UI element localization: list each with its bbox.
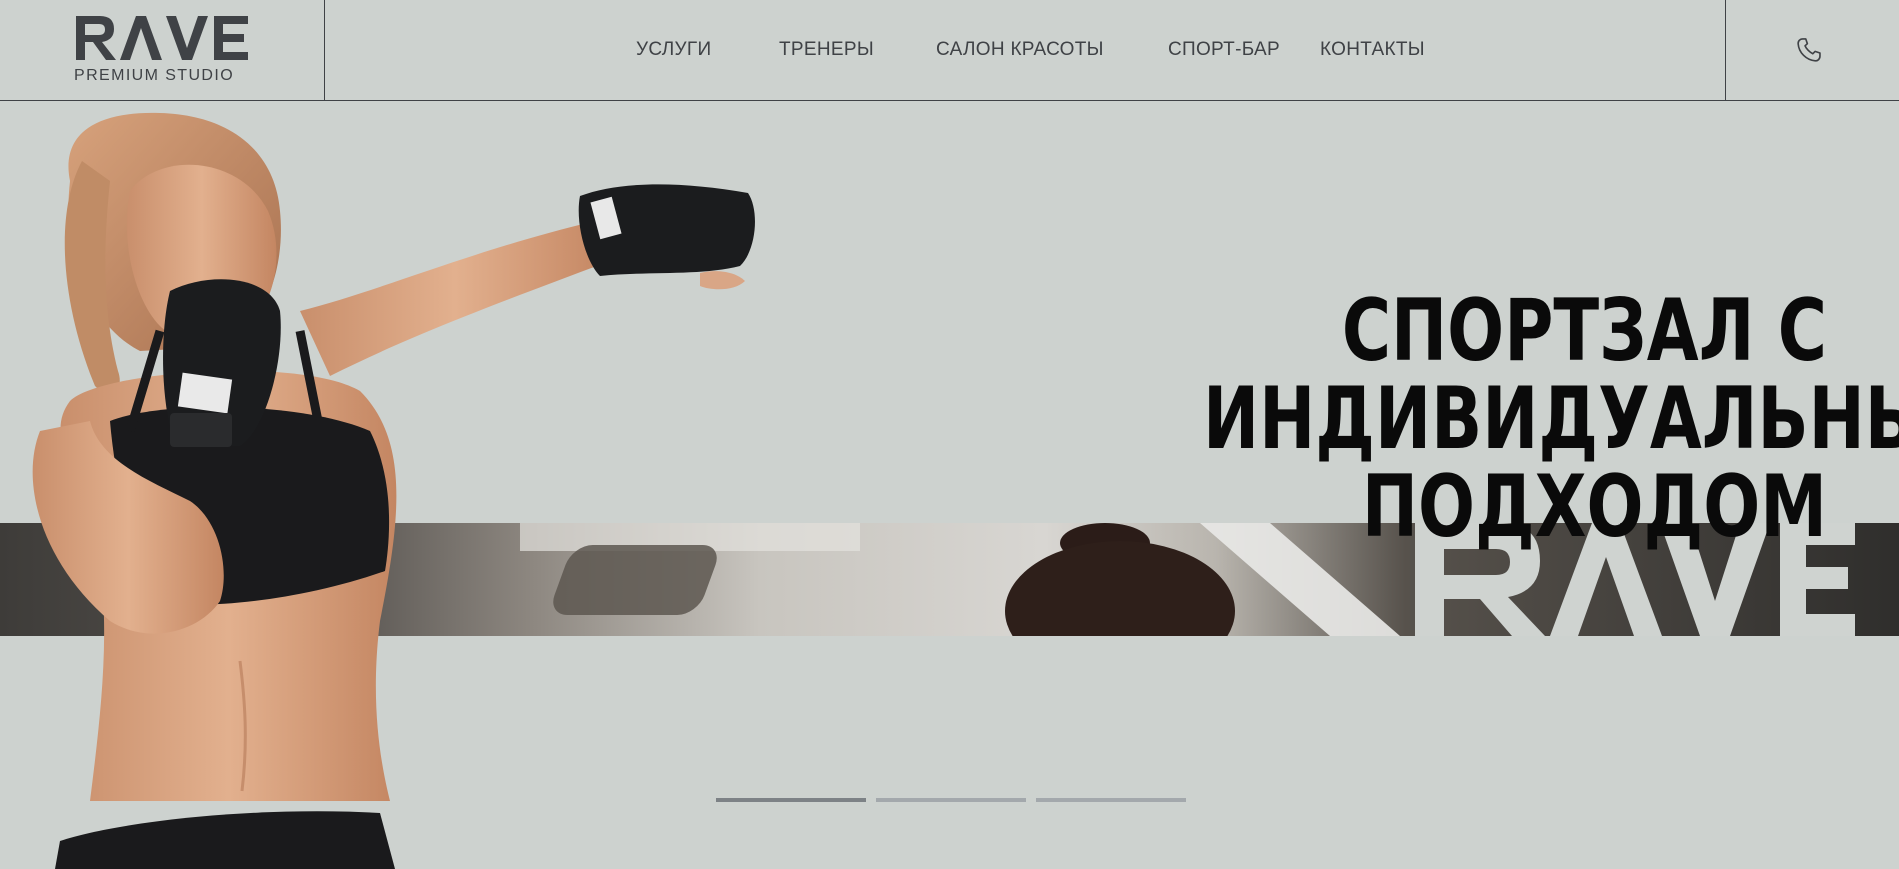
headline-line-1: СПОРТЗАЛ С [1341,280,1827,381]
nav-item-contacts[interactable]: КОНТАКТЫ [1320,39,1425,61]
nav-item-trainers[interactable]: ТРЕНЕРЫ [779,39,874,61]
slider-dot-2[interactable] [876,798,1026,802]
nav-item-sport-bar[interactable]: СПОРТ-БАР [1168,39,1280,61]
headline-line-2: ИНДИВИДУАЛЬНЫМ [1203,368,1899,469]
headline-line-3: ПОДХОДОМ [1361,456,1827,557]
hero-slider: СПОРТЗАЛ С ИНДИВИДУАЛЬНЫМ ПОДХОДОМ [0,101,1899,869]
main-nav: УСЛУГИ ТРЕНЕРЫ САЛОН КРАСОТЫ СПОРТ-БАР К… [325,0,1725,100]
slider-pagination [716,798,1186,804]
phone-button[interactable] [1725,0,1899,100]
slider-dot-3[interactable] [1036,798,1186,802]
slider-dot-1[interactable] [716,798,866,802]
hero-athlete-image [32,112,755,869]
hero-headline: СПОРТЗАЛ С ИНДИВИДУАЛЬНЫМ ПОДХОДОМ [1203,280,1899,557]
logo-subtitle: PREMIUM STUDIO [74,67,235,84]
logo-wordmark [76,16,248,60]
logo[interactable]: PREMIUM STUDIO [0,0,325,100]
phone-icon[interactable] [1795,36,1823,64]
nav-item-beauty-salon[interactable]: САЛОН КРАСОТЫ [936,39,1104,61]
nav-item-services[interactable]: УСЛУГИ [636,39,711,61]
site-header: PREMIUM STUDIO УСЛУГИ ТРЕНЕРЫ САЛОН КРАС… [0,0,1899,101]
